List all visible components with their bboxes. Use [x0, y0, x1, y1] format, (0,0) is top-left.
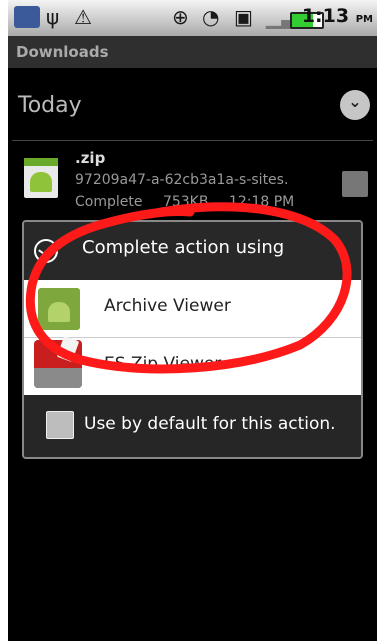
- gps-icon: ⊕: [172, 5, 189, 29]
- section-header-today[interactable]: Today ⌄: [8, 68, 377, 140]
- download-meta: Complete 753KB 12:18 PM: [75, 194, 310, 210]
- download-size: 753KB: [162, 194, 209, 210]
- app-title: Downloads: [8, 36, 377, 68]
- archive-viewer-icon: [38, 288, 80, 330]
- status-bar: ψ ⚠ ⊕ ◔ ▣ ▁▃ 1:13 PM: [8, 0, 377, 36]
- android-package-icon: [24, 158, 58, 198]
- clock: 1:13 PM: [301, 5, 373, 27]
- section-label: Today: [18, 93, 82, 118]
- option-es-zip-viewer[interactable]: ES Zip Viewer: [24, 335, 361, 395]
- download-filename: 97209a47-a-62cb3a1a-s-sites.: [75, 172, 289, 188]
- option-label: ES Zip Viewer: [104, 354, 222, 374]
- complete-action-dialog: Complete action using Archive Viewer ES …: [22, 220, 363, 459]
- check-circle-icon: [34, 239, 58, 263]
- chevron-down-icon: ⌄: [348, 92, 362, 111]
- warning-icon: ⚠: [74, 5, 92, 29]
- es-zip-viewer-icon: [34, 335, 82, 388]
- use-default-label[interactable]: Use by default for this action.: [84, 414, 336, 434]
- phone-screen: ψ ⚠ ⊕ ◔ ▣ ▁▃ 1:13 PM Downloads Today ⌄ .…: [8, 0, 377, 641]
- option-label: Archive Viewer: [104, 296, 231, 316]
- wifi-icon: ◔: [202, 5, 220, 29]
- dialog-title-bar: Complete action using: [24, 222, 361, 280]
- option-archive-viewer[interactable]: Archive Viewer: [24, 280, 361, 338]
- use-default-checkbox[interactable]: [46, 411, 74, 439]
- usb-icon: ψ: [46, 5, 60, 29]
- dialog-footer: Use by default for this action.: [24, 395, 361, 457]
- usb-debug-icon: [14, 6, 40, 28]
- download-name: .zip: [75, 149, 106, 167]
- dialog-title: Complete action using: [82, 237, 285, 258]
- download-time: 12:18 PM: [228, 194, 295, 210]
- download-item[interactable]: .zip 97209a47-a-62cb3a1a-s-sites. Comple…: [8, 141, 377, 219]
- download-checkbox[interactable]: [342, 171, 368, 197]
- app-chooser-list: Archive Viewer ES Zip Viewer: [24, 280, 361, 395]
- download-status: Complete: [75, 194, 143, 210]
- collapse-button[interactable]: ⌄: [340, 90, 370, 120]
- data-icon: ▣: [234, 5, 253, 29]
